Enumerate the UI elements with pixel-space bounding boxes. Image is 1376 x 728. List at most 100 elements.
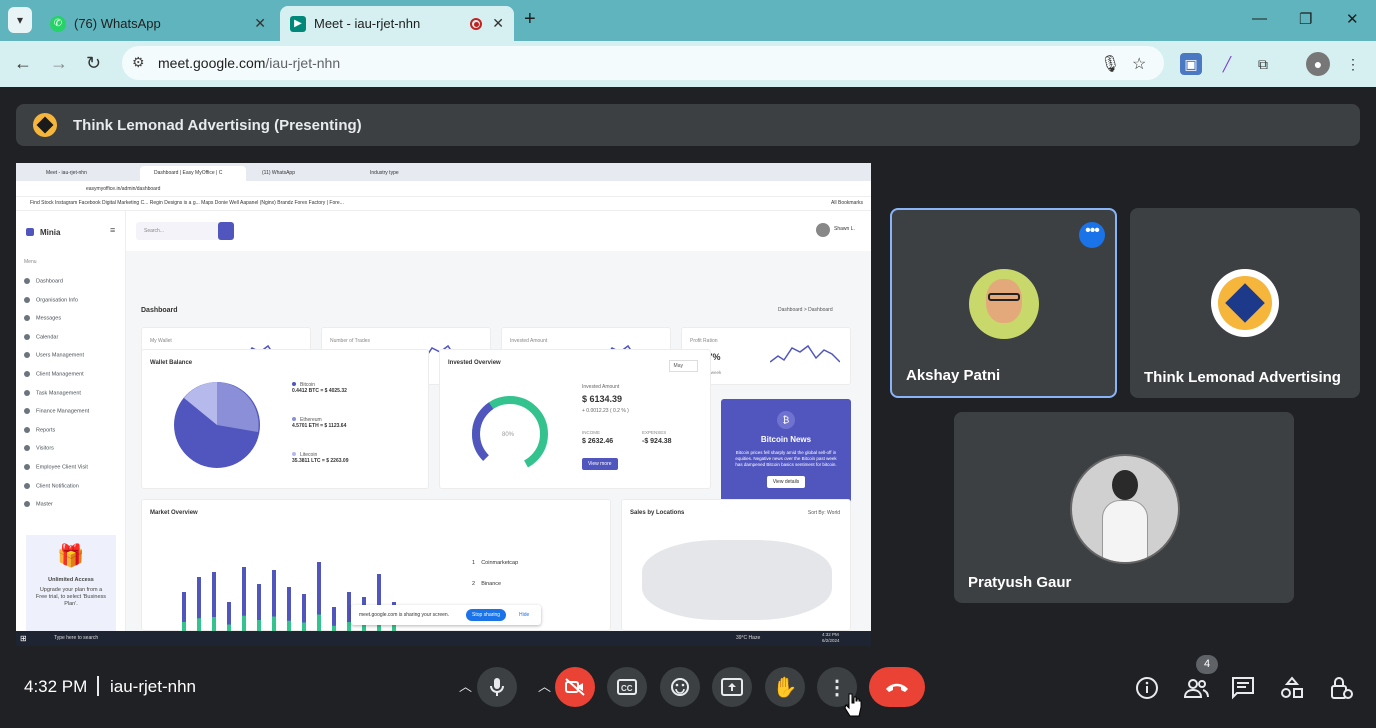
activities-button[interactable] [1280,676,1304,706]
reload-button[interactable]: ↻ [86,53,101,74]
promo-card: 🎁 Unlimited Access Upgrade your plan fro… [26,535,116,631]
people-icon [1183,679,1209,698]
wallet-legend-item: Ethereum 4.5701 ETH = $ 1123.64 [292,417,346,429]
tab-meet[interactable]: ▶ Meet - iau-rjet-nhn ✕ [280,6,514,41]
microphone-icon[interactable]: 🎙 [1100,54,1120,74]
shared-nav-item: Users Management [24,352,84,359]
close-window-button[interactable]: ✕ [1346,10,1359,28]
sort-select: Sort By: World [807,510,840,516]
windows-start-icon: ⊞ [20,634,27,643]
raise-hand-button[interactable]: ✋ [765,667,805,707]
nav-icon [24,296,30,303]
presenter-logo-icon [33,113,57,137]
shared-nav-item: Visitors [24,445,54,452]
camera-off-button[interactable] [555,667,595,707]
browser-tab-bar: ▾ ✆ (76) WhatsApp ✕ ▶ Meet - iau-rjet-nh… [0,0,1376,41]
address-bar[interactable]: ⚙ meet.google.com/iau-rjet-nhn 🎙 ☆ [122,46,1164,80]
chat-button[interactable] [1231,676,1255,706]
host-controls-lock-icon [1331,677,1353,699]
host-controls-button[interactable] [1329,676,1353,706]
shared-topbar: Search... Shawn L. [126,211,871,251]
new-tab-button[interactable]: + [524,8,536,31]
market-bar-segment [272,616,276,632]
participant-tile[interactable]: Pratyush Gaur [954,412,1294,603]
more-options-button[interactable]: ••• [1079,222,1105,248]
sales-title: Sales by Locations [630,510,685,516]
tray-date: 6/2/2024 [822,638,840,643]
nav-icon [24,333,30,340]
gift-icon: 🎁 [57,543,85,568]
market-bar-segment [317,614,321,632]
nav-label: Visitors [36,445,54,452]
shared-bookmarks-bar: Find Stock Instagram Facebook Digital Ma… [16,197,871,211]
nav-label: Finance Management [36,408,90,415]
rank: 2 [472,581,476,587]
minimize-button[interactable]: — [1252,10,1267,27]
nav-label: Client Notification [36,483,79,490]
hide-link: Hide [519,612,530,618]
avatar [969,269,1039,339]
close-tab-icon[interactable]: ✕ [254,15,266,32]
shared-screen: Meet - iau-rjet-nhn Dashboard | Easy MyO… [16,163,871,646]
nav-label: Dashboard [36,278,63,285]
stat-label: Profit Ration [690,338,718,344]
sales-location-card: Sales by Locations Sort By: World [621,499,851,631]
promo-title: Unlimited Access [48,577,94,583]
wallet-pie-chart [174,382,260,468]
market-bar-segment [242,615,246,632]
leave-call-button[interactable] [869,667,925,707]
back-button[interactable]: ← [14,53,32,74]
raise-hand-icon: ✋ [772,676,798,699]
audio-options-chevron-icon[interactable]: ︿ [459,676,472,695]
stat-label: My Wallet [150,338,172,344]
participant-tile[interactable]: Think Lemonad Advertising [1130,208,1360,398]
market-title: Market Overview [150,510,198,516]
extension-icon[interactable]: ▣ [1180,53,1202,75]
legend-value: 0.4412 BTC = $ 4025.32 [292,388,347,394]
bookmark-star-icon[interactable]: ☆ [1132,54,1146,74]
browser-menu-icon[interactable]: ⋮ [1342,53,1364,75]
legend-value: 4.5701 ETH = $ 1123.64 [292,423,347,429]
people-button[interactable] [1183,676,1209,706]
nav-label: Task Management [36,390,81,397]
video-options-chevron-icon[interactable]: ︿ [538,676,551,695]
site-info-icon[interactable]: ⚙ [132,54,145,71]
mouse-pointer-icon [844,693,862,717]
meeting-details-button[interactable] [1135,676,1159,706]
microphone-icon [490,678,504,696]
market-row: 2 Binance [472,581,501,587]
market-bar-segment [197,618,201,632]
extensions-puzzle-icon[interactable]: ⧉ [1252,53,1274,75]
income-label: INCOME [582,430,600,435]
weather: 39°C Haze [736,635,761,641]
reactions-button[interactable] [660,667,700,707]
tab-whatsapp[interactable]: ✆ (76) WhatsApp ✕ [40,6,276,41]
nav-label: Calendar [36,334,59,341]
shared-taskbar: ⊞ Type here to search 39°C Haze 4:32 PM 6… [16,631,871,646]
close-tab-icon[interactable]: ✕ [492,15,504,32]
profile-avatar[interactable]: ● [1306,52,1330,76]
user-name: Shawn L. [834,226,855,232]
shared-dashboard: Minia ≡ Menu Dashboard Organisation Info M… [16,211,871,632]
microphone-button[interactable] [477,667,517,707]
activities-icon [1281,676,1303,698]
shared-nav-item: Client Management [24,371,84,377]
invested-title: Invested Overview [448,360,501,366]
captions-button[interactable]: CC [607,667,647,707]
presenting-banner: Think Lemonad Advertising (Presenting) [16,104,1360,146]
forward-button[interactable]: → [50,53,68,74]
nav-label: Organisation Info [36,297,78,304]
participant-tile[interactable]: ••• Akshay Patni [890,208,1117,398]
pen-extension-icon[interactable]: ╱ [1216,53,1238,75]
shared-nav-item: Calendar [24,333,59,341]
shared-nav-item: Finance Management [24,408,90,415]
participant-name: Pratyush Gaur [968,574,1072,591]
nav-icon [24,408,30,415]
invested-amount: $ 6134.39 [582,394,623,404]
exchange-name: Binance [481,581,502,587]
maximize-button[interactable]: ❐ [1299,10,1312,28]
nav-icon [24,278,30,284]
tab-search-button[interactable]: ▾ [8,7,32,33]
present-button[interactable] [712,667,752,707]
market-row: 1 Coinmarketcap [472,560,518,566]
